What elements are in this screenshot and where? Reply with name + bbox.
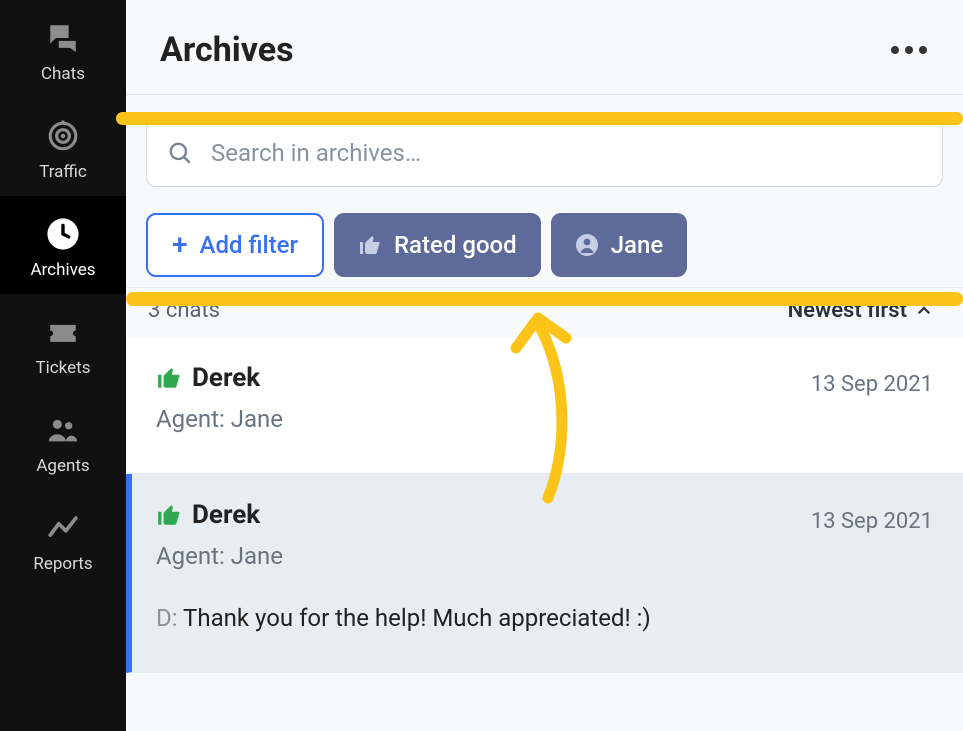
chat-last-message: D: Thank you for the help! Much apprecia… [156, 604, 933, 632]
chat-customer-name: Derek [192, 363, 260, 393]
filter-chip-rated-good[interactable]: Rated good [334, 213, 541, 277]
chat-agent-line: Agent: Jane [156, 405, 933, 433]
thumbs-up-icon [358, 233, 382, 257]
search-icon [167, 140, 193, 166]
more-menu-button[interactable] [885, 40, 933, 60]
tickets-icon [43, 312, 83, 352]
sidebar: Chats Traffic Archives Tickets Agents [0, 0, 126, 731]
chevron-up-icon [915, 302, 933, 320]
filter-chip-label: Jane [611, 231, 664, 259]
message-text: Thank you for the help! Much appreciated… [183, 604, 651, 632]
sidebar-item-traffic[interactable]: Traffic [0, 98, 126, 196]
thumbs-up-icon [156, 365, 182, 391]
thumbs-up-icon [156, 502, 182, 528]
chat-agent-line: Agent: Jane [156, 542, 933, 570]
add-filter-button[interactable]: + Add filter [146, 213, 324, 277]
sidebar-item-archives[interactable]: Archives [0, 196, 126, 294]
add-filter-label: Add filter [200, 231, 298, 259]
main-content: Archives + Add filter Rated good [126, 0, 963, 731]
reports-icon [43, 508, 83, 548]
sidebar-item-label: Reports [33, 554, 92, 574]
sidebar-item-label: Traffic [39, 162, 87, 182]
dot-icon [891, 46, 899, 54]
dot-icon [905, 46, 913, 54]
search-input[interactable] [211, 139, 922, 167]
traffic-icon [43, 116, 83, 156]
sidebar-item-chats[interactable]: Chats [0, 0, 126, 98]
toolbar: + Add filter Rated good Jane [126, 95, 963, 288]
sidebar-item-label: Tickets [36, 358, 91, 378]
sidebar-item-agents[interactable]: Agents [0, 392, 126, 490]
filter-row: + Add filter Rated good Jane [146, 213, 943, 277]
archives-icon [43, 214, 83, 254]
header: Archives [126, 0, 963, 95]
sidebar-item-label: Archives [30, 260, 95, 280]
sidebar-item-label: Chats [41, 64, 85, 84]
sort-label: Newest first [788, 298, 907, 323]
filter-chip-label: Rated good [394, 231, 517, 259]
chat-date: 13 Sep 2021 [811, 372, 933, 397]
agents-icon [43, 410, 83, 450]
plus-icon: + [172, 231, 188, 259]
chat-date: 13 Sep 2021 [811, 509, 933, 534]
chat-card[interactable]: Derek 13 Sep 2021 Agent: Jane [126, 337, 963, 474]
sidebar-item-reports[interactable]: Reports [0, 490, 126, 588]
sidebar-item-label: Agents [36, 456, 89, 476]
sidebar-item-tickets[interactable]: Tickets [0, 294, 126, 392]
chat-list: Derek 13 Sep 2021 Agent: Jane Derek 13 S… [126, 337, 963, 731]
sort-control[interactable]: Newest first [788, 298, 933, 323]
filter-chip-agent-jane[interactable]: Jane [551, 213, 688, 277]
person-icon [575, 233, 599, 257]
dot-icon [919, 46, 927, 54]
page-title: Archives [160, 30, 294, 70]
chats-icon [43, 18, 83, 58]
list-meta-row: 3 chats Newest first [126, 288, 963, 337]
chat-customer-name: Derek [192, 500, 260, 530]
chat-card-selected[interactable]: Derek 13 Sep 2021 Agent: Jane D: Thank y… [126, 474, 963, 673]
search-box[interactable] [146, 119, 943, 187]
result-count: 3 chats [148, 298, 220, 323]
message-prefix: D: [156, 604, 178, 632]
